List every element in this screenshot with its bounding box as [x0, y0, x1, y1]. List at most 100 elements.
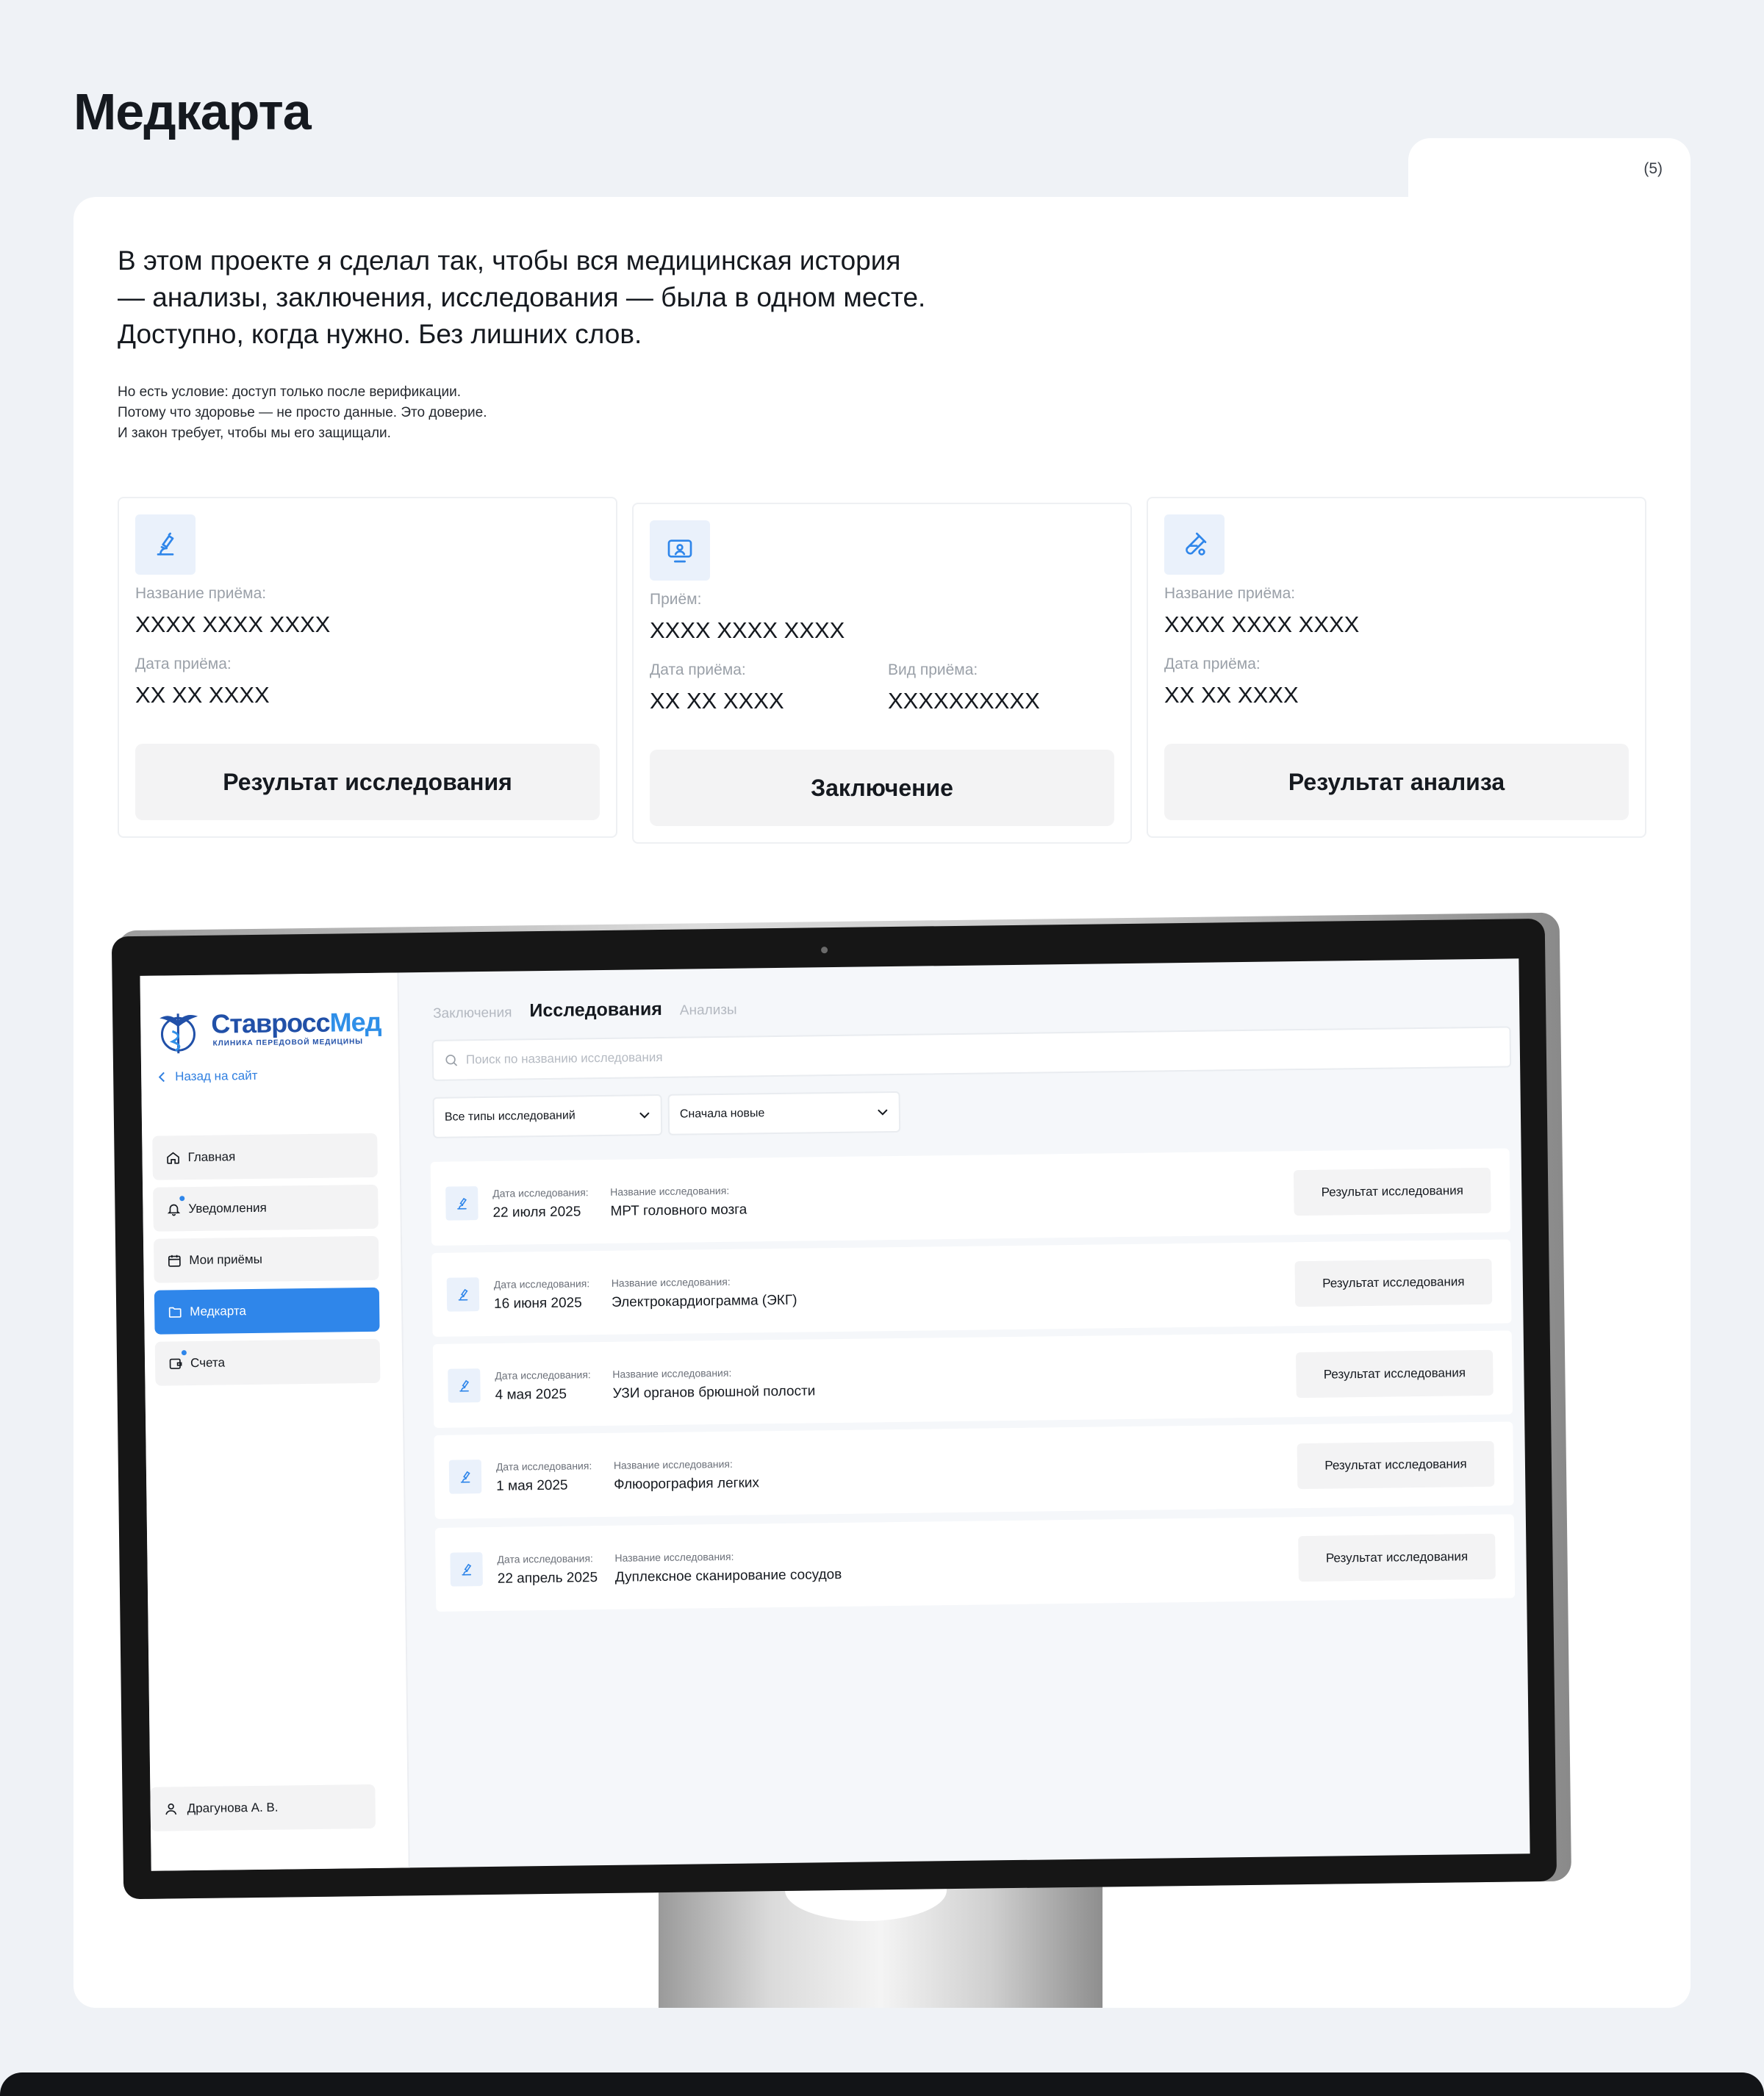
- research-row: Дата исследования: 1 мая 2025 Название исс…: [434, 1421, 1514, 1519]
- research-name: Электрокардиограмма (ЭКГ): [611, 1292, 797, 1310]
- field-value: XXXX XXXX XXXX: [1164, 611, 1360, 637]
- microscope-icon: [445, 1186, 478, 1221]
- intro-line: В этом проекте я сделал так, чтобы вся м…: [118, 245, 901, 276]
- date-label: Дата исследования:: [492, 1186, 589, 1199]
- conclusion-button[interactable]: Заключение: [650, 750, 1114, 826]
- clinic-logo[interactable]: СтавроссМед КЛИНИКА ПЕРЕДОВОЙ МЕДИЦИНЫ: [154, 1002, 390, 1057]
- home-icon: [167, 1152, 179, 1164]
- research-result-button[interactable]: Результат исследования: [1297, 1440, 1495, 1490]
- nav-item-appointments[interactable]: Мои приёмы: [153, 1235, 379, 1283]
- search-placeholder: Поиск по названию исследования: [465, 1049, 663, 1067]
- research-result-button[interactable]: Результат исследования: [1296, 1349, 1494, 1399]
- research-name: МРТ головного мозга: [610, 1202, 747, 1219]
- field-value: XX XX XXXX: [1164, 682, 1299, 708]
- caduceus-icon: [159, 1013, 198, 1054]
- notification-dot: [181, 1350, 187, 1356]
- analysis-result-button[interactable]: Результат анализа: [1164, 744, 1629, 820]
- back-to-site-link[interactable]: Назад на сайт: [157, 1068, 258, 1085]
- slide-counter: (5): [1643, 160, 1663, 177]
- field-value: XXXX XXXX XXXX: [650, 617, 845, 643]
- tab-conclusions[interactable]: Заключения: [433, 1005, 512, 1022]
- microscope-icon: [448, 1368, 481, 1403]
- nav-label: Мои приёмы: [189, 1252, 262, 1268]
- card-tab: (5): [1408, 138, 1690, 226]
- research-name: Флюорография легких: [614, 1475, 760, 1493]
- user-icon: [165, 1803, 177, 1815]
- field-label: Дата приёма:: [135, 656, 232, 672]
- back-link-label: Назад на сайт: [175, 1068, 258, 1084]
- nav-item-home[interactable]: Главная: [152, 1133, 378, 1180]
- user-profile-chip[interactable]: Драгунова А. В.: [150, 1784, 376, 1831]
- conclusion-card: Приём: XXXX XXXX XXXX Дата приёма: XX XX…: [632, 503, 1132, 844]
- intro-text: В этом проекте я сделал так, чтобы вся м…: [118, 243, 985, 353]
- microscope-icon: [450, 1552, 483, 1587]
- research-result-button[interactable]: Результат исследования: [1294, 1258, 1493, 1307]
- select-value: Сначала новые: [679, 1107, 765, 1121]
- name-label: Название исследования:: [613, 1457, 733, 1471]
- nav-label: Главная: [187, 1149, 236, 1165]
- sort-select[interactable]: Сначала новые: [667, 1091, 901, 1135]
- camera-icon: [821, 947, 828, 954]
- folder-icon: [168, 1307, 182, 1318]
- main-content: Заключения Исследования Анализы Поиск по…: [398, 958, 1530, 1867]
- research-date: 1 мая 2025: [496, 1477, 568, 1494]
- research-date: 22 июля 2025: [492, 1204, 581, 1221]
- nav-label: Медкарта: [190, 1304, 247, 1319]
- research-name: УЗИ органов брюшной полости: [612, 1383, 816, 1401]
- research-row: Дата исследования: 16 июня 2025 Название и…: [431, 1239, 1512, 1337]
- nav-item-bills[interactable]: Счета: [154, 1338, 381, 1386]
- field-value: XX XX XXXX: [650, 688, 784, 714]
- field-label: Вид приёма:: [888, 661, 978, 678]
- logo-part: Мед: [329, 1006, 381, 1038]
- tab-analyses[interactable]: Анализы: [680, 1002, 737, 1019]
- nav-item-medcard[interactable]: Медкарта: [154, 1287, 380, 1335]
- name-label: Название исследования:: [612, 1366, 732, 1380]
- name-label: Название исследования:: [614, 1550, 734, 1564]
- research-row: Дата исследования: 22 апрель 2025 Название…: [434, 1514, 1516, 1612]
- research-name: Дуплексное сканирование сосудов: [614, 1566, 842, 1585]
- research-date: 22 апрель 2025: [497, 1570, 598, 1587]
- date-label: Дата исследования:: [493, 1277, 590, 1291]
- microscope-icon: [135, 514, 196, 575]
- research-result-button[interactable]: Результат исследования: [135, 744, 600, 820]
- user-name: Драгунова А. В.: [187, 1800, 279, 1816]
- date-label: Дата исследования:: [495, 1460, 592, 1473]
- research-row: Дата исследования: 22 июля 2025 Название и…: [430, 1148, 1510, 1246]
- field-value: XXXXXXXXXX: [888, 688, 1040, 714]
- doctor-screen-icon: [650, 520, 710, 581]
- sidebar: СтавроссМед КЛИНИКА ПЕРЕДОВОЙ МЕДИЦИНЫ Н…: [140, 972, 410, 1871]
- name-label: Название исследования:: [611, 1275, 731, 1289]
- logo-part: Ставросс: [211, 1007, 330, 1039]
- notification-dot: [179, 1196, 185, 1202]
- select-value: Все типы исследований: [444, 1109, 576, 1124]
- field-value: XX XX XXXX: [135, 682, 270, 708]
- intro-line: Доступно, когда нужно. Без лишних слов.: [118, 319, 642, 349]
- footer-bar: [0, 2072, 1764, 2096]
- page-title: Медкарта: [74, 83, 312, 140]
- search-icon: [445, 1055, 458, 1066]
- tabs: Заключения Исследования Анализы: [433, 998, 737, 1023]
- field-label: Название приёма:: [1164, 585, 1296, 602]
- logo-wordmark: СтавроссМед: [211, 1007, 381, 1040]
- bell-icon: [167, 1204, 181, 1216]
- monitor-bezel: СтавроссМед КЛИНИКА ПЕРЕДОВОЙ МЕДИЦИНЫ Н…: [111, 918, 1557, 1900]
- research-result-button[interactable]: Результат исследования: [1293, 1167, 1491, 1216]
- note-line: Потому что здоровье — не просто данные. …: [118, 405, 487, 420]
- chevron-down-icon: [878, 1109, 888, 1116]
- research-list: Дата исследования: 22 июля 2025 Название и…: [398, 958, 1519, 1612]
- field-label: Дата приёма:: [1164, 656, 1261, 672]
- nav-item-notifications[interactable]: Уведомления: [153, 1184, 379, 1232]
- research-result-button[interactable]: Результат исследования: [1298, 1533, 1496, 1582]
- type-filter-select[interactable]: Все типы исследований: [432, 1094, 663, 1138]
- app-screen: СтавроссМед КЛИНИКА ПЕРЕДОВОЙ МЕДИЦИНЫ Н…: [140, 958, 1530, 1871]
- analysis-card: Название приёма: XXXX XXXX XXXX Дата при…: [1147, 497, 1646, 838]
- tab-research[interactable]: Исследования: [529, 999, 662, 1022]
- wallet-icon: [169, 1358, 182, 1369]
- field-label: Приём:: [650, 591, 702, 608]
- research-date: 4 мая 2025: [495, 1386, 567, 1403]
- monitor-mockup: СтавроссМед КЛИНИКА ПЕРЕДОВОЙ МЕДИЦИНЫ Н…: [111, 912, 1572, 1907]
- chevron-left-icon: [158, 1072, 165, 1083]
- intro-line: — анализы, заключения, исследования — бы…: [118, 282, 926, 312]
- note-text: Но есть условие: доступ только после вер…: [118, 382, 706, 444]
- search-input[interactable]: Поиск по названию исследования: [431, 1026, 1512, 1081]
